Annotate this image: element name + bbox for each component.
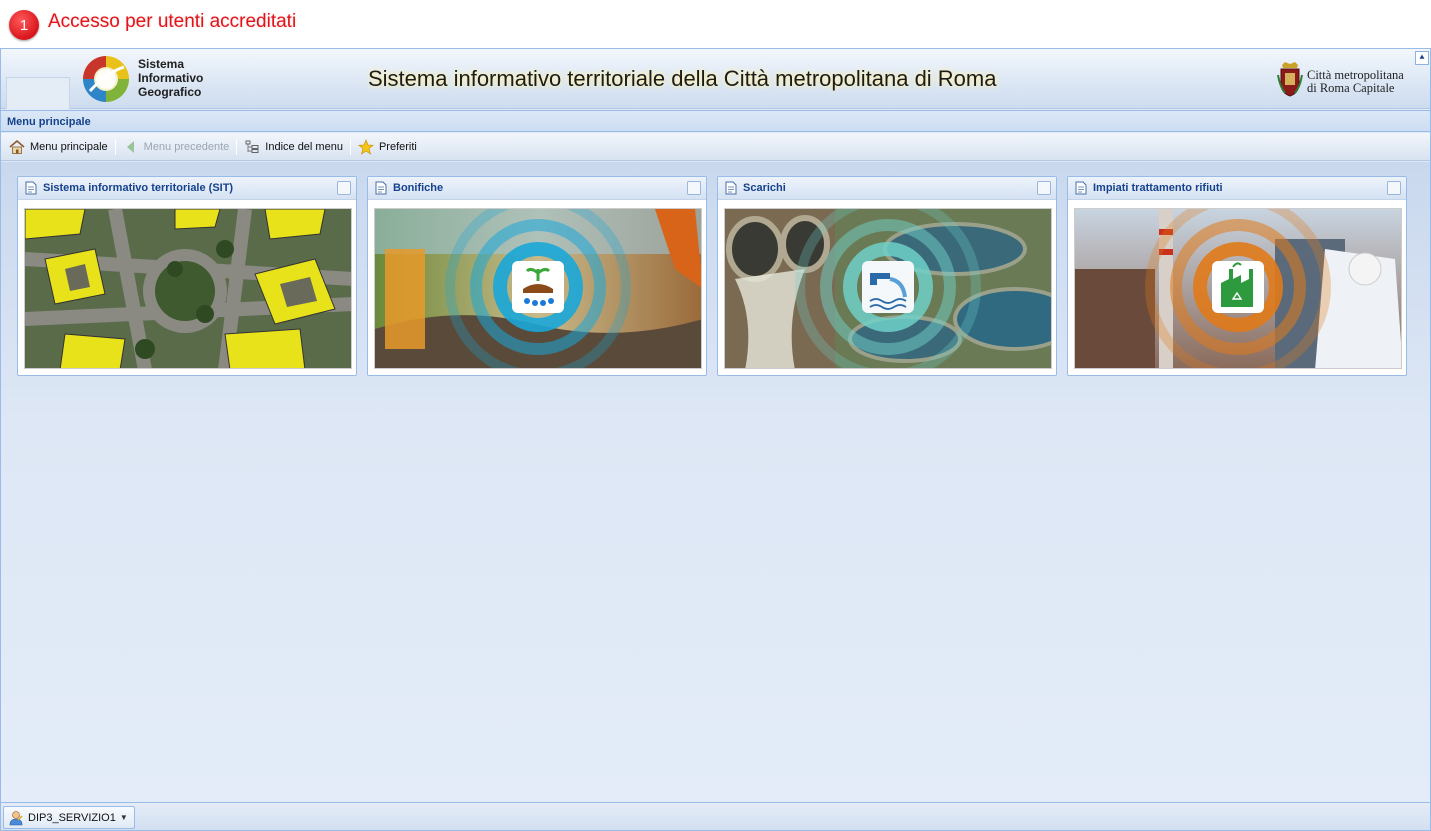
toolbar-separator [114,138,116,155]
home-label: Menu principale [30,140,108,153]
card-title: Bonifiche [393,182,444,194]
org-line-2: di Roma Capitale [1307,81,1395,95]
panel-title: Menu principale [1,110,1430,132]
card-header: Bonifiche [368,177,706,200]
logo-line-1: Sistema [138,57,185,71]
scarichi-image[interactable] [724,208,1052,369]
toolbar-separator [236,138,238,155]
org-name: Città metropolitana di Roma Capitale [1307,69,1404,95]
logo-line-2: Informativo [138,71,204,85]
app-window: Sistema Informativo Geografico Sistema i… [0,48,1431,831]
document-icon [725,181,737,195]
annotation-bar: 1 Accesso per utenti accreditati [0,0,1431,48]
annotation-text: Accesso per utenti accreditati [48,11,297,32]
card-sit[interactable]: Sistema informativo territoriale (SIT) [17,176,357,376]
logo-line-3: Geografico [138,85,202,99]
menu-content: Sistema informativo territoriale (SIT) B… [1,162,1430,802]
star-icon [358,138,374,155]
bonifiche-image[interactable] [374,208,702,369]
main-toolbar: Menu principale Menu precedente Indice d… [1,133,1430,161]
sit-map-image[interactable] [24,208,352,369]
user-menu-button[interactable]: DIP3_SERVIZIO1 ▼ [3,806,135,829]
card-header: Impiati trattamento rifiuti [1068,177,1406,200]
sig-logo-icon [83,56,129,102]
card-title: Sistema informativo territoriale (SIT) [43,182,234,194]
back-button[interactable]: Menu precedente [119,136,234,158]
menu-index-button[interactable]: Indice del menu [240,136,347,158]
page-title: Sistema informativo territoriale della C… [368,66,997,91]
favorite-star-icon[interactable] [1037,181,1051,195]
card-impianti-rifiuti[interactable]: Impiati trattamento rifiuti [1067,176,1407,376]
annotation-badge: 1 [9,10,39,40]
header-placeholder [6,77,70,109]
double-chevron-up-icon: ⯅ [1418,52,1426,63]
back-label: Menu precedente [143,140,230,153]
roma-emblem-icon [1277,62,1303,97]
chevron-down-icon: ▼ [119,813,128,822]
card-bonifiche[interactable]: Bonifiche [367,176,707,376]
document-icon [1075,181,1087,195]
home-icon [9,139,25,154]
index-label: Indice del menu [265,140,343,153]
status-bar: DIP3_SERVIZIO1 ▼ [1,802,1430,830]
card-header: Sistema informativo territoriale (SIT) [18,177,356,200]
sig-logo-text: Sistema Informativo Geografico [138,57,203,99]
card-scarichi[interactable]: Scarichi [717,176,1057,376]
favorites-button[interactable]: Preferiti [354,136,421,158]
favorites-label: Preferiti [378,140,417,153]
back-arrow-icon [126,140,134,153]
tree-index-icon [245,140,259,153]
collapse-header-button[interactable]: ⯅ [1415,51,1429,65]
user-name: DIP3_SERVIZIO1 [28,811,116,824]
impianti-image[interactable] [1074,208,1402,369]
user-icon [9,810,23,825]
document-icon [25,181,37,195]
favorite-star-icon[interactable] [1387,181,1401,195]
card-title: Impiati trattamento rifiuti [1093,182,1223,194]
favorite-star-icon[interactable] [337,181,351,195]
document-icon [375,181,387,195]
toolbar-separator [349,138,351,155]
app-header: Sistema Informativo Geografico Sistema i… [1,49,1430,109]
card-header: Scarichi [718,177,1056,200]
home-button[interactable]: Menu principale [5,136,112,158]
card-title: Scarichi [743,182,786,194]
favorite-star-icon[interactable] [687,181,701,195]
